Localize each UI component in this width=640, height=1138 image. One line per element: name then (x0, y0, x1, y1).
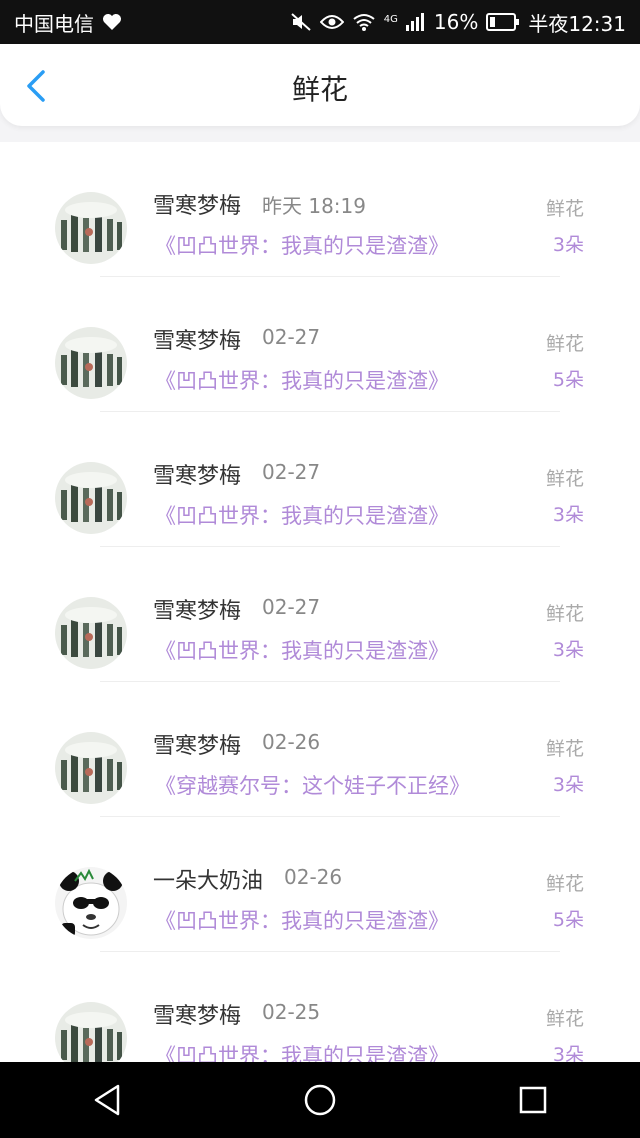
list-item[interactable]: 一朵大奶油 02-26 《凹凸世界：我真的只是渣渣》 鲜花 5朵 (0, 817, 640, 952)
book-title-link[interactable]: 《穿越赛尔号：这个娃子不正经》 (155, 770, 470, 800)
forest-avatar[interactable] (55, 1002, 127, 1062)
timestamp: 02-27 (262, 325, 321, 349)
nav-home-button[interactable] (280, 1062, 360, 1138)
gift-type: 鲜花 (545, 873, 584, 895)
forest-avatar[interactable] (55, 327, 127, 399)
page-title: 鲜花 (291, 73, 348, 106)
book-title-link[interactable]: 《凹凸世界：我真的只是渣渣》 (155, 1040, 449, 1062)
list-item[interactable]: 雪寒梦梅 02-27 《凹凸世界：我真的只是渣渣》 鲜花 5朵 (0, 277, 640, 412)
forest-avatar[interactable] (55, 192, 127, 264)
nav-recents-button[interactable] (493, 1062, 573, 1138)
sender-name[interactable]: 一朵大奶油 (153, 863, 263, 895)
status-bar: 中国电信 4G 16% 半夜12:31 (0, 0, 640, 44)
circle-home-icon (304, 1084, 336, 1116)
system-nav-bar (0, 1062, 640, 1138)
panda-avatar[interactable] (55, 867, 127, 939)
eye-icon (319, 14, 344, 30)
list-item[interactable]: 雪寒梦梅 02-27 《凹凸世界：我真的只是渣渣》 鲜花 3朵 (0, 412, 640, 547)
sender-name[interactable]: 雪寒梦梅 (153, 323, 241, 355)
forest-avatar[interactable] (55, 732, 127, 804)
book-title-link[interactable]: 《凹凸世界：我真的只是渣渣》 (155, 905, 449, 935)
sender-name[interactable]: 雪寒梦梅 (153, 593, 241, 625)
timestamp: 昨天 18:19 (262, 194, 366, 218)
battery-icon (486, 13, 520, 31)
nav-back-button[interactable] (67, 1062, 147, 1138)
flower-list: 雪寒梦梅 昨天 18:19 《凹凸世界：我真的只是渣渣》 鲜花 3朵 雪寒梦梅 … (0, 142, 640, 1062)
gift-count: 3朵 (552, 1044, 584, 1062)
book-title-link[interactable]: 《凹凸世界：我真的只是渣渣》 (155, 500, 449, 530)
square-recents-icon (520, 1086, 547, 1114)
list-item[interactable]: 雪寒梦梅 02-26 《穿越赛尔号：这个娃子不正经》 鲜花 3朵 (0, 682, 640, 817)
gift-count: 3朵 (552, 774, 584, 796)
sender-name[interactable]: 雪寒梦梅 (153, 188, 241, 220)
sender-name[interactable]: 雪寒梦梅 (153, 998, 241, 1030)
mute-icon (290, 12, 312, 32)
gift-type: 鲜花 (545, 198, 584, 220)
header: 鲜花 (0, 44, 640, 126)
gift-type: 鲜花 (545, 333, 584, 355)
book-title-link[interactable]: 《凹凸世界：我真的只是渣渣》 (155, 635, 449, 665)
battery-percent: 16% (433, 10, 479, 34)
timestamp: 02-26 (262, 730, 321, 754)
sender-name[interactable]: 雪寒梦梅 (153, 728, 241, 760)
list-item[interactable]: 雪寒梦梅 昨天 18:19 《凹凸世界：我真的只是渣渣》 鲜花 3朵 (0, 142, 640, 277)
list-item[interactable]: 雪寒梦梅 02-25 《凹凸世界：我真的只是渣渣》 鲜花 3朵 (0, 952, 640, 1062)
timestamp: 02-25 (262, 1000, 321, 1024)
list-item[interactable]: 雪寒梦梅 02-27 《凹凸世界：我真的只是渣渣》 鲜花 3朵 (0, 547, 640, 682)
gift-count: 3朵 (552, 639, 584, 661)
sender-name[interactable]: 雪寒梦梅 (153, 458, 241, 490)
timestamp: 02-27 (262, 460, 321, 484)
timestamp: 02-26 (284, 865, 343, 889)
signal-icon (405, 13, 426, 31)
book-title-link[interactable]: 《凹凸世界：我真的只是渣渣》 (155, 230, 449, 260)
gift-count: 5朵 (552, 909, 584, 931)
forest-avatar[interactable] (55, 462, 127, 534)
clock: 半夜12:31 (528, 11, 626, 36)
network-type-label: 4G (383, 13, 398, 25)
gift-count: 3朵 (552, 504, 584, 526)
gift-type: 鲜花 (545, 1008, 584, 1030)
gift-type: 鲜花 (545, 603, 584, 625)
carrier-label: 中国电信 (14, 11, 94, 36)
gift-type: 鲜花 (545, 738, 584, 760)
wifi-icon (352, 13, 376, 31)
timestamp: 02-27 (262, 595, 321, 619)
heart-icon (102, 13, 122, 31)
book-title-link[interactable]: 《凹凸世界：我真的只是渣渣》 (155, 365, 449, 395)
forest-avatar[interactable] (55, 597, 127, 669)
gift-type: 鲜花 (545, 468, 584, 490)
gift-count: 3朵 (552, 234, 584, 256)
triangle-back-icon (94, 1084, 119, 1116)
gift-count: 5朵 (552, 369, 584, 391)
